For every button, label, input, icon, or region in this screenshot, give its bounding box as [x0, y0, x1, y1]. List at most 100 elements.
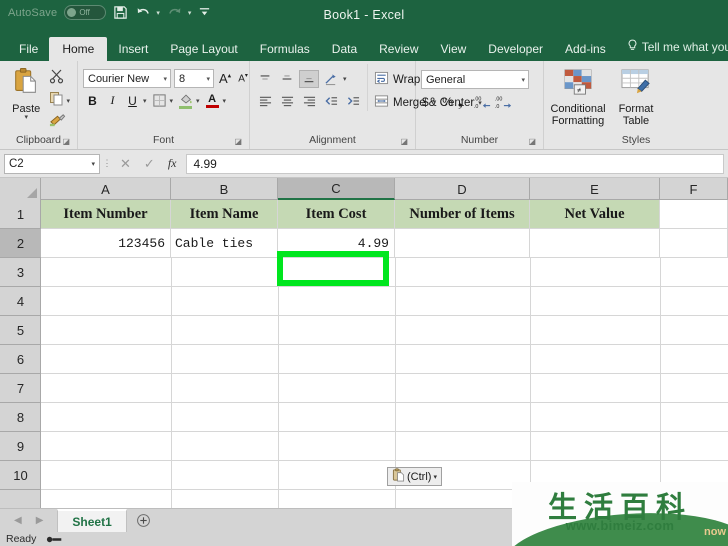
borders-icon[interactable]	[150, 91, 169, 110]
sheet-tab-sheet1[interactable]: Sheet1	[57, 509, 127, 532]
currency-icon[interactable]: $	[421, 95, 430, 109]
cell-D2[interactable]	[395, 229, 530, 258]
row-header-10[interactable]: 10	[0, 461, 41, 490]
format-painter-button[interactable]	[49, 113, 72, 133]
fill-color-icon[interactable]	[176, 91, 195, 110]
tab-insert[interactable]: Insert	[107, 38, 159, 61]
col-divider-b	[278, 258, 279, 508]
cell-D1[interactable]: Number of Items	[395, 200, 530, 229]
orientation-icon[interactable]	[321, 70, 341, 88]
accessibility-icon[interactable]	[46, 535, 64, 544]
column-header-b[interactable]: B	[171, 178, 278, 200]
grow-font-icon[interactable]: A▴	[217, 71, 233, 86]
tab-data[interactable]: Data	[321, 38, 368, 61]
conditional-formatting-button[interactable]: ≠ Conditional Formatting	[549, 64, 607, 127]
row-header-6[interactable]: 6	[0, 345, 41, 374]
cell-E2[interactable]	[530, 229, 660, 258]
align-top-icon[interactable]	[255, 70, 275, 88]
alignment-dialog-launcher-icon[interactable]: ◪	[400, 137, 408, 146]
font-dialog-launcher-icon[interactable]: ◪	[234, 137, 242, 146]
row-header-5[interactable]: 5	[0, 316, 41, 345]
number-format-combo[interactable]: General ▾	[421, 70, 529, 89]
tab-developer[interactable]: Developer	[477, 38, 554, 61]
cell-B1[interactable]: Item Name	[171, 200, 278, 229]
tab-add-ins[interactable]: Add-ins	[554, 38, 617, 61]
align-left-icon[interactable]	[255, 92, 275, 110]
alignment-group-label: Alignment ◪	[309, 134, 408, 146]
paste-button[interactable]: Paste ▾	[5, 64, 47, 121]
row-header-7[interactable]: 7	[0, 374, 41, 403]
font-name-combo[interactable]: Courier New ▾	[83, 69, 171, 88]
row-headers: 1 2 3 4 5 6 7 8 9 10	[0, 200, 41, 508]
select-all-corner[interactable]	[0, 178, 41, 200]
enter-check-icon[interactable]: ✓	[144, 156, 155, 172]
tab-formulas[interactable]: Formulas	[249, 38, 321, 61]
copy-button[interactable]: ▾	[49, 91, 72, 111]
comma-style-button[interactable]: ❟	[457, 95, 464, 110]
insert-function-icon[interactable]: fx	[168, 156, 177, 171]
row-header-4[interactable]: 4	[0, 287, 41, 316]
paste-dropdown-caret[interactable]: ▾	[24, 114, 28, 121]
cell-B2[interactable]: Cable ties	[171, 229, 278, 258]
tab-home[interactable]: Home	[49, 37, 108, 61]
number-dialog-launcher-icon[interactable]: ◪	[528, 137, 536, 146]
font-color-icon[interactable]: A	[203, 91, 222, 110]
bold-button[interactable]: B	[83, 91, 102, 110]
increase-decimal-icon[interactable]: .00.0	[473, 94, 491, 110]
decrease-decimal-icon[interactable]: .00.0	[494, 94, 512, 110]
currency-dropdown-caret[interactable]: ▾	[433, 98, 439, 106]
column-header-f[interactable]: F	[660, 178, 728, 200]
cell-F2[interactable]	[660, 229, 728, 258]
underline-dropdown-caret[interactable]: ▾	[143, 97, 149, 105]
row-header-3[interactable]: 3	[0, 258, 41, 287]
paste-options-caret-icon[interactable]: ▾	[433, 473, 437, 481]
add-sheet-button[interactable]	[127, 509, 161, 532]
copy-dropdown-caret[interactable]: ▾	[66, 97, 72, 105]
percent-style-button[interactable]: %	[441, 95, 454, 109]
increase-indent-icon[interactable]	[343, 92, 363, 110]
align-right-icon[interactable]	[299, 92, 319, 110]
underline-button[interactable]: U	[123, 91, 142, 110]
font-size-combo[interactable]: 8 ▾	[174, 69, 214, 88]
cut-button[interactable]	[49, 68, 72, 89]
prev-sheet-icon[interactable]: ◀	[14, 515, 22, 526]
tab-page-layout[interactable]: Page Layout	[159, 38, 248, 61]
cell-A1[interactable]: Item Number	[41, 200, 171, 229]
fill-color-dropdown-caret[interactable]: ▾	[196, 97, 202, 105]
row-header-9[interactable]: 9	[0, 432, 41, 461]
column-header-e[interactable]: E	[530, 178, 660, 200]
paste-options-button[interactable]: (Ctrl) ▾	[387, 467, 442, 486]
cell-C1[interactable]: Item Cost	[278, 200, 395, 229]
cell-A2[interactable]: 123456	[41, 229, 171, 258]
paste-options-label: (Ctrl)	[407, 470, 432, 483]
watermark-url: www.bimeiz.com	[565, 518, 675, 533]
column-header-a[interactable]: A	[41, 178, 171, 200]
cell-E1[interactable]: Net Value	[530, 200, 660, 229]
name-box[interactable]: C2 ▾	[4, 153, 100, 174]
cell-F1[interactable]	[660, 200, 728, 229]
column-header-c[interactable]: C	[278, 178, 395, 200]
tab-file[interactable]: File	[8, 38, 49, 61]
row-header-1[interactable]: 1	[0, 200, 41, 229]
align-middle-icon[interactable]	[277, 70, 297, 88]
tell-me-search[interactable]: Tell me what you wa	[617, 34, 728, 61]
row-header-8[interactable]: 8	[0, 403, 41, 432]
cancel-icon[interactable]: ✕	[120, 156, 131, 172]
borders-dropdown-caret[interactable]: ▾	[170, 97, 176, 105]
shrink-font-icon[interactable]: A▾	[236, 72, 250, 84]
next-sheet-icon[interactable]: ▶	[36, 515, 44, 526]
italic-button[interactable]: I	[103, 91, 122, 110]
excel-window: AutoSave Off ▾ ▾ Book1 - Excel File Home…	[0, 0, 728, 546]
tab-review[interactable]: Review	[368, 38, 429, 61]
row-header-2[interactable]: 2	[0, 229, 41, 258]
tab-view[interactable]: View	[430, 38, 478, 61]
orientation-dropdown-caret[interactable]: ▾	[343, 75, 349, 83]
align-center-icon[interactable]	[277, 92, 297, 110]
column-header-d[interactable]: D	[395, 178, 530, 200]
format-table-button[interactable]: Format Table	[607, 64, 665, 127]
clipboard-dialog-launcher-icon[interactable]: ◪	[62, 137, 70, 146]
decrease-indent-icon[interactable]	[321, 92, 341, 110]
formula-input[interactable]: 4.99	[186, 153, 724, 174]
align-bottom-icon[interactable]	[299, 70, 319, 88]
font-color-dropdown-caret[interactable]: ▾	[223, 97, 229, 105]
